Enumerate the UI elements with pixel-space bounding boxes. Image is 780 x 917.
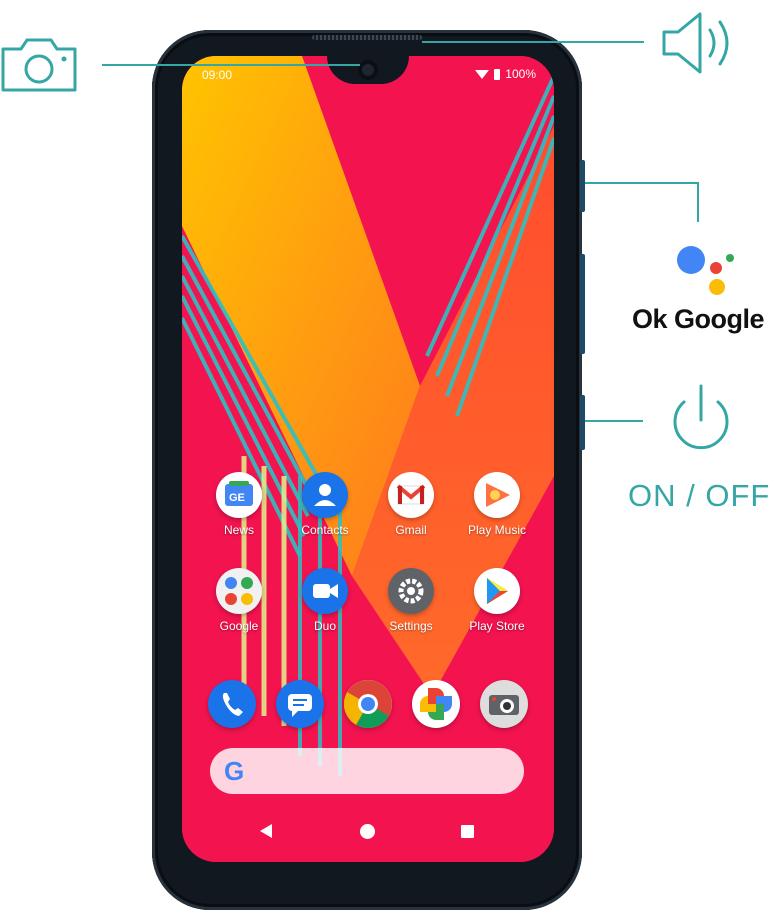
photos-icon[interactable] — [412, 680, 460, 728]
app-contacts[interactable]: Contacts — [287, 472, 363, 537]
google-logo-icon: G — [224, 756, 245, 786]
gear-icon — [388, 568, 434, 614]
app-play-music[interactable]: Play Music — [459, 472, 535, 537]
contacts-icon — [302, 472, 348, 518]
google-folder-icon — [216, 568, 262, 614]
app-duo[interactable]: Duo — [287, 568, 363, 633]
app-label: Contacts — [301, 523, 349, 537]
gmail-icon — [388, 472, 434, 518]
back-icon[interactable] — [260, 824, 272, 838]
camera-icon — [1, 38, 77, 92]
camera-app-icon[interactable] — [480, 680, 528, 728]
duo-icon — [302, 568, 348, 614]
app-gmail[interactable]: Gmail — [373, 472, 449, 537]
phone-screen: 09:00 100% GE News Contacts Gmail Play M… — [182, 56, 554, 862]
status-time: 09:00 — [202, 68, 233, 82]
chrome-icon[interactable] — [344, 680, 392, 728]
speaker-icon — [662, 12, 729, 74]
play-music-icon — [474, 472, 520, 518]
recents-icon[interactable] — [461, 825, 474, 838]
play-store-icon — [474, 568, 520, 614]
assistant-callout-line-h — [585, 182, 698, 184]
speaker-callout-line — [422, 41, 644, 43]
app-label: Gmail — [395, 523, 427, 537]
home-icon[interactable] — [360, 824, 375, 839]
app-label: News — [223, 523, 254, 537]
messages-icon[interactable] — [276, 680, 324, 728]
app-label: Settings — [389, 619, 433, 633]
assistant-button[interactable] — [580, 254, 585, 354]
wifi-icon — [475, 69, 490, 79]
front-camera-lens — [358, 60, 378, 80]
app-play-store[interactable]: Play Store — [459, 568, 535, 633]
power-callout-line — [585, 420, 643, 422]
status-icons: 100% — [475, 67, 536, 81]
google-assistant-icon — [677, 246, 734, 295]
google-news-icon: GE — [216, 472, 262, 518]
earpiece-speaker — [312, 35, 422, 40]
phone-icon[interactable] — [208, 680, 256, 728]
app-label: Play Music — [467, 523, 526, 537]
app-news[interactable]: GE News — [201, 472, 277, 537]
app-label: Google — [219, 619, 259, 633]
power-button[interactable] — [580, 395, 585, 450]
volume-up-button[interactable] — [580, 160, 585, 212]
app-label: Play Store — [469, 619, 525, 633]
app-settings[interactable]: Settings — [373, 568, 449, 633]
google-search-bar[interactable]: G — [210, 748, 524, 794]
svg-text:GE: GE — [229, 492, 245, 504]
app-label: Duo — [313, 619, 336, 633]
app-google-folder[interactable]: Google — [201, 568, 277, 633]
battery-icon — [494, 68, 501, 80]
camera-callout-line — [102, 64, 360, 66]
wallpaper — [182, 56, 554, 862]
assistant-label: Ok Google — [632, 304, 765, 334]
power-label: ON / OFF — [628, 478, 771, 513]
assistant-callout-line-v — [697, 182, 699, 222]
power-icon — [673, 384, 729, 450]
battery-percent: 100% — [505, 67, 536, 81]
